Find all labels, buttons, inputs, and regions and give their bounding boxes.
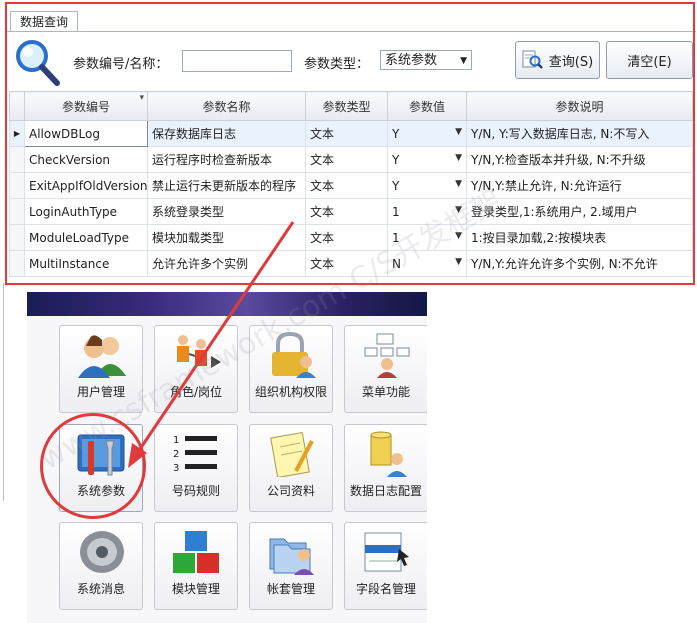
tile-number-rules[interactable]: 1 2 3 号码规则 bbox=[154, 424, 238, 512]
notepad-icon bbox=[270, 431, 314, 477]
window-edge bbox=[3, 283, 4, 501]
svg-text:3: 3 bbox=[173, 463, 179, 474]
cubes-icon bbox=[173, 531, 219, 573]
tile-label: 字段名管理 bbox=[355, 582, 416, 596]
tile-label: 菜单功能 bbox=[361, 385, 410, 399]
highlight-frame bbox=[5, 2, 695, 285]
svg-text:2: 2 bbox=[173, 449, 179, 460]
tile-company-info[interactable]: 公司资料 bbox=[249, 424, 333, 512]
numbered-list-icon: 1 2 3 bbox=[173, 435, 217, 474]
tile-label: 模块管理 bbox=[171, 582, 220, 596]
tile-account-set-management[interactable]: 帐套管理 bbox=[249, 522, 333, 610]
highlight-circle bbox=[40, 413, 146, 519]
tile-label: 号码规则 bbox=[171, 484, 220, 498]
svg-text:1: 1 bbox=[173, 435, 179, 446]
users-icon bbox=[78, 335, 126, 378]
tile-data-log-config[interactable]: 数据日志配置 bbox=[344, 424, 427, 512]
tile-label: 系统消息 bbox=[76, 582, 125, 596]
tile-system-messages[interactable]: 系统消息 bbox=[59, 522, 143, 610]
tile-label: 数据日志配置 bbox=[349, 484, 422, 498]
query-panel: 数据查询 参数编号/名称： 参数类型： 系统参数 ▼ 查询(S) 清空(E) 参… bbox=[0, 0, 697, 285]
speaker-icon bbox=[80, 531, 124, 573]
field-icon bbox=[364, 532, 409, 572]
tile-label: 帐套管理 bbox=[266, 582, 315, 596]
database-icon bbox=[370, 431, 407, 477]
tile-label: 组织机构权限 bbox=[254, 385, 327, 399]
menu-icon bbox=[364, 333, 410, 378]
tile-module-management[interactable]: 模块管理 bbox=[154, 522, 238, 610]
tile-label: 公司资料 bbox=[266, 484, 315, 498]
tile-menu-functions[interactable]: 菜单功能 bbox=[344, 325, 427, 413]
folders-icon bbox=[269, 538, 314, 575]
tile-field-name-management[interactable]: 字段名管理 bbox=[344, 522, 427, 610]
